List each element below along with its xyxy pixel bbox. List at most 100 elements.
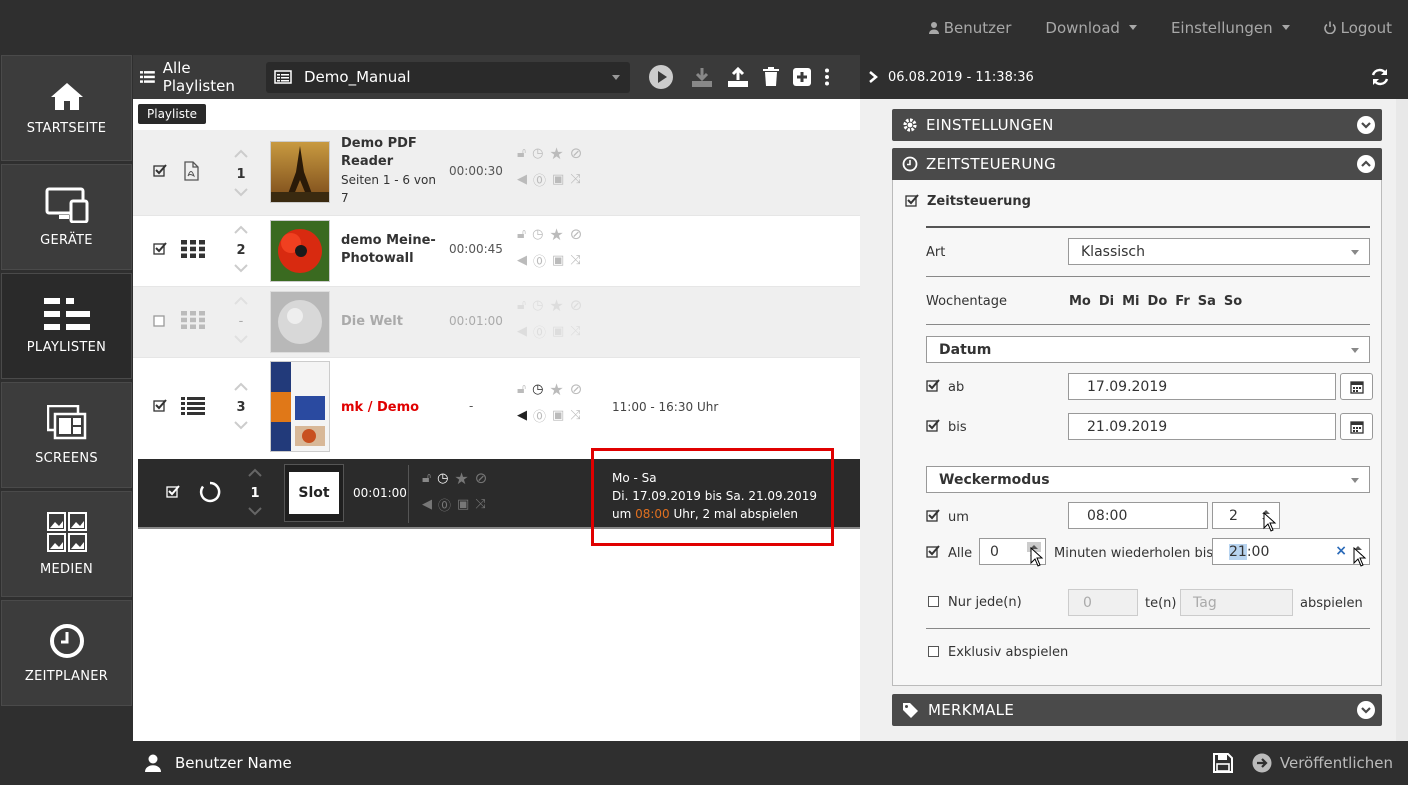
table-row[interactable]: 1 Demo PDF Reader Seiten 1 - 6 von 7 00:… — [133, 130, 860, 216]
ab-calendar-button[interactable] — [1340, 373, 1373, 400]
datum-select[interactable]: Datum — [926, 336, 1370, 363]
clock-active-icon[interactable]: ◷ — [437, 471, 448, 486]
accordion-zeitsteuerung[interactable]: ZEITSTEUERUNG — [892, 148, 1382, 180]
ab-checkbox[interactable] — [926, 379, 940, 393]
um-time-input[interactable]: 08:00 — [1068, 502, 1208, 529]
clock-icon[interactable]: ◷ — [532, 146, 543, 161]
ban-icon[interactable]: ⊘ — [570, 225, 583, 243]
playlist-select[interactable]: Demo_Manual — [266, 61, 630, 93]
sidebar-item-screens[interactable]: SCREENS — [1, 382, 132, 488]
clear-icon[interactable]: × — [1335, 543, 1347, 559]
ban-icon[interactable]: ⊘ — [570, 144, 583, 162]
volume-icon[interactable]: ◀ — [517, 324, 527, 339]
star-icon[interactable]: ★ — [454, 469, 468, 488]
unlock-icon[interactable]: 🔓︎ — [517, 226, 526, 242]
zero-square-icon[interactable]: ▣ — [457, 497, 469, 512]
all-playlists-button[interactable]: Alle Playlisten — [140, 59, 266, 95]
sidebar-item-startseite[interactable]: STARTSEITE — [1, 55, 132, 161]
table-row[interactable]: 2 demo Meine-Photowall 00:00:45 🔓︎ ◷ ★ ⊘ ◀ ⓪… — [133, 216, 860, 287]
unlock-icon[interactable]: 🔓︎ — [517, 297, 526, 313]
row-checkbox[interactable] — [153, 164, 167, 182]
nur-checkbox[interactable] — [928, 596, 939, 607]
chevron-up-icon[interactable] — [233, 225, 249, 235]
zero-square-icon[interactable]: ▣ — [552, 172, 564, 187]
zero-square-icon[interactable]: ▣ — [552, 253, 564, 268]
clock-active-icon[interactable]: ◷ — [532, 382, 543, 397]
user-menu[interactable]: Benutzer — [928, 19, 1011, 37]
exklusiv-checkbox[interactable] — [928, 646, 939, 657]
scrollbar[interactable] — [1396, 99, 1408, 741]
chevron-down-circle-icon[interactable] — [1357, 116, 1375, 134]
shuffle-icon[interactable]: ⤨ — [570, 253, 580, 268]
bis-date-input[interactable]: 21.09.2019 — [1068, 413, 1336, 440]
chevron-down-icon[interactable] — [233, 187, 249, 197]
shuffle-icon[interactable]: ⤨ — [570, 408, 580, 423]
um-checkbox[interactable] — [926, 509, 940, 523]
sidebar-item-medien[interactable]: MEDIEN — [1, 491, 132, 597]
logout-button[interactable]: Logout — [1323, 19, 1392, 37]
chevron-up-circle-icon[interactable] — [1357, 155, 1375, 173]
shuffle-icon[interactable]: ⤨ — [475, 497, 485, 512]
row-checkbox[interactable] — [153, 399, 167, 417]
weekday-do[interactable]: Do — [1148, 294, 1168, 309]
chevron-up-icon[interactable] — [233, 296, 249, 306]
clock-icon[interactable]: ◷ — [532, 298, 543, 313]
unlock-icon[interactable]: 🔓︎ — [517, 381, 526, 397]
row-order[interactable]: 1 — [229, 148, 253, 201]
row-order[interactable]: 3 — [229, 381, 253, 434]
upload-icon[interactable] — [726, 66, 750, 88]
add-icon[interactable] — [792, 67, 812, 87]
unlock-icon[interactable]: 🔓︎ — [517, 145, 526, 161]
until-time-input[interactable]: 21:00 × — [1212, 538, 1370, 565]
ban-icon[interactable]: ⊘ — [475, 469, 488, 487]
alle-checkbox[interactable] — [926, 545, 940, 559]
unlock-icon[interactable]: 🔓︎ — [422, 470, 431, 486]
star-icon[interactable]: ★ — [549, 225, 563, 244]
settings-menu[interactable]: Einstellungen — [1171, 19, 1290, 37]
refresh-icon[interactable] — [1370, 67, 1390, 87]
weekday-sa[interactable]: Sa — [1198, 294, 1216, 309]
accordion-einstellungen[interactable]: EINSTELLUNGEN — [892, 109, 1382, 141]
slot-checkbox[interactable] — [166, 485, 180, 503]
bis-calendar-button[interactable] — [1340, 413, 1373, 440]
weekday-fr[interactable]: Fr — [1175, 294, 1189, 309]
zero-square-icon[interactable]: ▣ — [552, 324, 564, 339]
accordion-merkmale[interactable]: MERKMALE — [892, 694, 1382, 726]
chevron-down-icon[interactable] — [247, 506, 263, 516]
more-vertical-icon[interactable] — [824, 68, 830, 86]
shuffle-icon[interactable]: ⤨ — [570, 324, 580, 339]
table-row[interactable]: 3 mk / Demo - 🔓︎ ◷ ★ ⊘ ◀ ⓪ ▣ ⤨ 11:00 - 16:30 U… — [133, 358, 860, 458]
weekday-mi[interactable]: Mi — [1122, 294, 1139, 309]
chevron-up-icon[interactable] — [233, 149, 249, 159]
star-icon[interactable]: ★ — [549, 144, 563, 163]
star-icon[interactable]: ★ — [549, 296, 563, 315]
row-order[interactable]: - — [229, 295, 253, 348]
sidebar-item-geraete[interactable]: GERÄTE — [1, 164, 132, 270]
weckermodus-select[interactable]: Weckermodus — [926, 466, 1370, 493]
zero-circle-icon[interactable]: ⓪ — [533, 406, 546, 425]
weekday-so[interactable]: So — [1224, 294, 1242, 309]
volume-icon[interactable]: ◀ — [517, 172, 527, 187]
star-icon[interactable]: ★ — [549, 380, 563, 399]
chevron-down-icon[interactable] — [233, 420, 249, 430]
weekday-di[interactable]: Di — [1099, 294, 1114, 309]
row-checkbox[interactable] — [153, 242, 167, 260]
table-row[interactable]: - Die Welt 00:01:00 🔓︎ ◷ ★ ⊘ ◀ ⓪ ▣ ⤨ — [133, 287, 860, 358]
publish-button[interactable]: Veröffentlichen — [1252, 753, 1393, 773]
save-icon[interactable] — [1213, 753, 1233, 773]
chevron-down-circle-icon[interactable] — [1357, 701, 1375, 719]
zero-circle-icon[interactable]: ⓪ — [533, 251, 546, 270]
clock-icon[interactable]: ◷ — [532, 227, 543, 242]
sidebar-item-zeitplaner[interactable]: ZEITPLANER — [1, 600, 132, 706]
play-icon[interactable] — [648, 64, 674, 90]
weekday-mo[interactable]: Mo — [1069, 294, 1091, 309]
chevron-right-icon[interactable] — [868, 70, 878, 84]
shuffle-icon[interactable]: ⤨ — [570, 172, 580, 187]
row-checkbox[interactable] — [153, 314, 167, 332]
slot-order[interactable]: 1 — [244, 467, 266, 520]
volume-icon[interactable]: ◀ — [422, 497, 432, 512]
chevron-up-icon[interactable] — [233, 382, 249, 392]
download-icon[interactable] — [690, 66, 714, 88]
bis-checkbox[interactable] — [926, 419, 940, 433]
trash-icon[interactable] — [762, 67, 780, 87]
